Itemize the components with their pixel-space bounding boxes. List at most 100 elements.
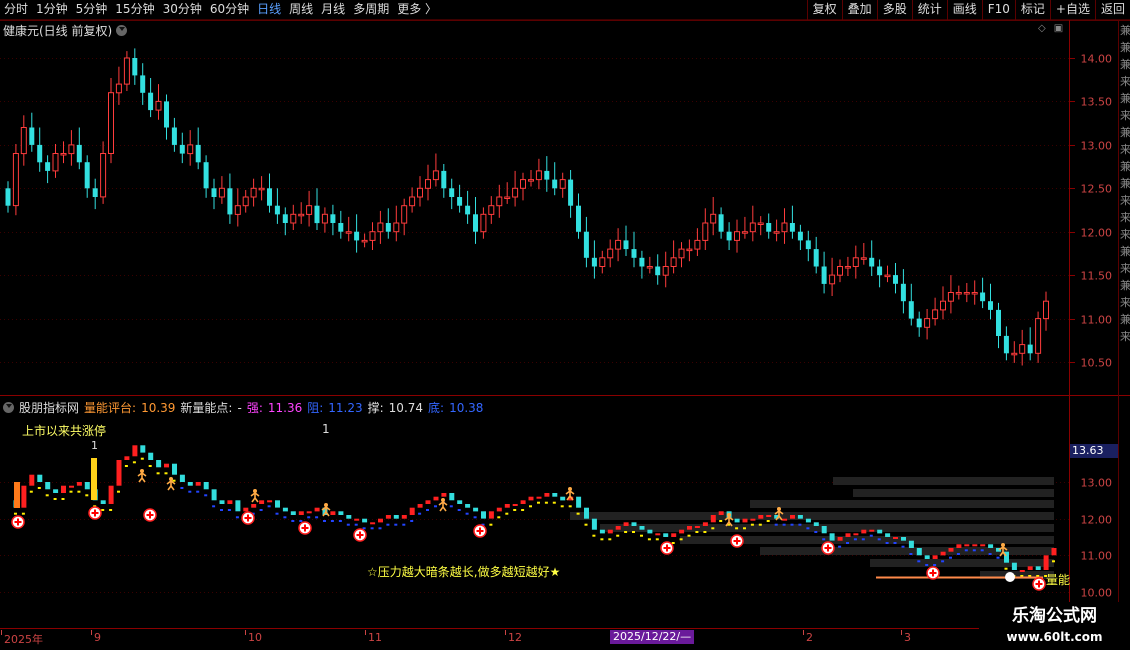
buy-signal-icon: [298, 521, 312, 535]
ind-support-dot: [838, 545, 842, 548]
period-tab-4[interactable]: 30分钟: [159, 0, 206, 20]
ind-candle: [916, 548, 922, 556]
strong-label: 强:: [246, 401, 263, 415]
period-tab-0[interactable]: 分时: [0, 0, 32, 20]
candle-body: [401, 205, 408, 224]
ind-support-dot: [925, 564, 929, 566]
candle-body: [92, 188, 98, 197]
candle-body: [829, 274, 836, 285]
buy-signal-icon: [143, 508, 157, 522]
date-tick: [803, 630, 804, 635]
candle-body: [710, 213, 717, 224]
main-chart[interactable]: 14.00 13.50 13.00 12.50 12.00 11.50 11.00 10.50…: [0, 0, 1130, 650]
period-tab-2[interactable]: 5分钟: [72, 0, 112, 20]
date-label-0: 2025年: [4, 633, 43, 646]
date-label-5: 2: [806, 631, 813, 644]
window-icon[interactable]: ▣: [1054, 23, 1063, 34]
ind-support-dot: [735, 527, 739, 530]
bottom-value: 10.38: [449, 400, 484, 415]
candle-body: [1043, 300, 1049, 320]
period-tab-6[interactable]: 日线: [253, 0, 285, 20]
ind-candle: [829, 533, 835, 541]
candle-body: [996, 309, 1001, 336]
ind-candle: [663, 533, 669, 537]
stock-title: 健康元(日线 前复权): [3, 24, 113, 38]
ind-support-dot: [941, 560, 945, 563]
candlestick-series: [5, 48, 1049, 366]
period-tab-5[interactable]: 60分钟: [206, 0, 253, 20]
ind-support-dot: [988, 553, 992, 555]
chart-title: 健康元(日线 前复权): [3, 22, 128, 39]
indicator-dropdown-icon[interactable]: [3, 402, 14, 413]
ind-candle: [259, 500, 265, 504]
candle-body: [837, 266, 843, 276]
ind-support-dot: [14, 512, 17, 515]
candle-body: [218, 187, 225, 198]
ind-candle: [520, 500, 526, 504]
candle-body: [702, 222, 709, 241]
buy-signal-icon: [1032, 577, 1046, 591]
period-tab-8[interactable]: 月线: [317, 0, 349, 20]
ind-support-dot: [687, 534, 691, 537]
ind-candle: [385, 515, 391, 519]
date-label-4: 12: [508, 631, 522, 644]
tool-button-4[interactable]: 画线: [946, 0, 982, 20]
title-dropdown-icon[interactable]: [116, 25, 128, 36]
candle-body: [282, 214, 288, 223]
period-tab-9[interactable]: 多周期: [349, 0, 393, 20]
ind-support-dot: [418, 512, 422, 515]
diamond-icon[interactable]: ◇: [1038, 23, 1046, 34]
ind-support-dot: [743, 527, 746, 530]
period-tab-7[interactable]: 周线: [285, 0, 317, 20]
buy-signal-icon: [11, 515, 25, 529]
buy-signal-icon: [730, 534, 744, 548]
ind-tick-label: 12.00: [1081, 514, 1113, 527]
ind-support-dot: [600, 538, 604, 541]
pressure-band: [750, 500, 1054, 508]
period-tab-1[interactable]: 1分钟: [32, 0, 72, 20]
ind-candle: [885, 533, 891, 537]
period-tab-3[interactable]: 15分钟: [111, 0, 158, 20]
ind-candle: [179, 474, 185, 482]
tool-button-8[interactable]: 返回: [1094, 0, 1130, 20]
tool-button-1[interactable]: 叠加: [841, 0, 877, 20]
ind-support-dot: [758, 523, 762, 526]
candle-body: [757, 222, 764, 225]
ind-candle: [69, 485, 74, 488]
buy-signal-icon: [821, 541, 835, 555]
tool-button-3[interactable]: 统计: [911, 0, 947, 20]
ind-candle: [1043, 555, 1049, 570]
candle-body: [544, 170, 550, 180]
candle-body: [955, 292, 962, 295]
ind-support-dot: [790, 523, 794, 526]
tool-button-5[interactable]: F10: [981, 0, 1015, 20]
ind-candle: [148, 452, 154, 460]
ind-support-dot: [505, 512, 509, 515]
candle-body: [140, 75, 146, 93]
ind-support-dot: [584, 523, 588, 526]
period-tab-10[interactable]: 更多 〉: [393, 0, 441, 20]
ind-candle: [187, 482, 193, 486]
candle-body: [924, 318, 931, 328]
ind-candle: [679, 529, 685, 534]
indicator-name: 股朋指标网: [19, 401, 80, 415]
ind-candle: [805, 518, 811, 523]
tool-button-0[interactable]: 复权: [806, 0, 842, 20]
tool-button-2[interactable]: 多股: [876, 0, 912, 20]
candle-body: [321, 213, 328, 224]
ind-support-dot: [695, 531, 699, 533]
tool-button-6[interactable]: 标记: [1014, 0, 1050, 20]
ind-support-dot: [370, 527, 374, 530]
ind-candle: [552, 493, 558, 497]
candle-body: [274, 205, 280, 215]
candle-body: [670, 257, 677, 267]
ind-candle: [457, 500, 463, 504]
tool-button-7[interactable]: +自选: [1049, 0, 1095, 20]
candle-body: [377, 222, 384, 233]
ind-support-dot: [798, 523, 802, 526]
current-price-tag: 13.63: [1070, 444, 1118, 458]
ind-support-dot: [323, 520, 326, 522]
ind-support-dot: [560, 505, 564, 508]
ind-candle: [924, 555, 930, 559]
candle-body: [607, 248, 614, 259]
